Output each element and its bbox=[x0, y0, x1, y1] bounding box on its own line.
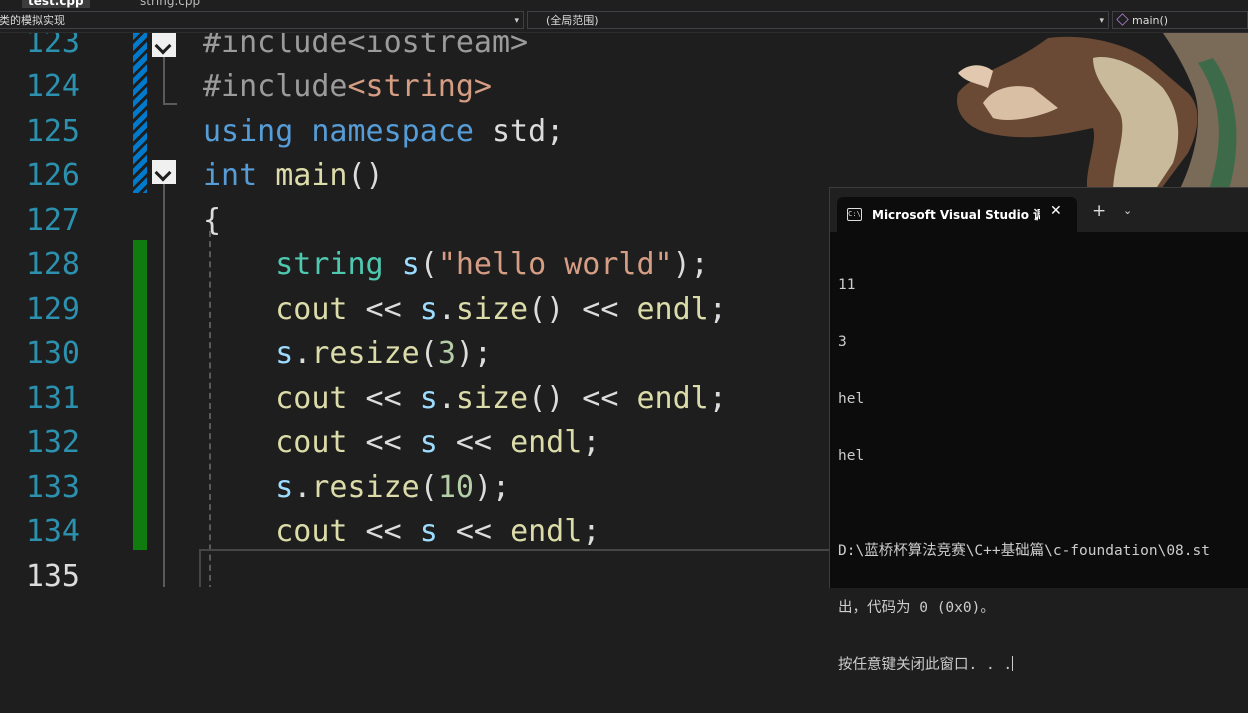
scope-dropdown-label: (全局范围) bbox=[546, 14, 599, 27]
code-text: { bbox=[203, 203, 222, 238]
new-tab-button[interactable]: + bbox=[1092, 201, 1106, 221]
console-output[interactable]: 11 3 hel hel D:\蓝桥杯算法竞赛\C++基础篇\c-foundat… bbox=[838, 238, 1248, 713]
line-number: 129 bbox=[25, 292, 80, 327]
code-text: string s("hello world"); bbox=[275, 247, 709, 282]
line-number: 133 bbox=[25, 470, 80, 505]
code-text: #include<string> bbox=[203, 69, 492, 104]
code-text: cout << s << endl; bbox=[275, 425, 601, 460]
debug-console-window[interactable]: C:\ Microsoft Visual Studio 调试控制台 ✕ + ⌄ … bbox=[829, 187, 1248, 673]
console-line: hel bbox=[838, 391, 865, 407]
line-number: 130 bbox=[25, 336, 80, 371]
code-text: cout << s << endl; bbox=[275, 514, 601, 549]
method-cube-icon bbox=[1116, 13, 1129, 26]
console-prompt-text: 按任意键关闭此窗口. . . bbox=[838, 657, 1013, 673]
console-tab[interactable]: C:\ Microsoft Visual Studio 调试控制台 ✕ bbox=[837, 197, 1077, 232]
console-line: 3 bbox=[838, 334, 847, 350]
member-dropdown-label: main() bbox=[1132, 14, 1169, 27]
code-text: #include<iostream> bbox=[203, 33, 529, 60]
code-text: cout << s.size() << endl; bbox=[275, 292, 727, 327]
scope-dropdown[interactable]: (全局范围) ▾ bbox=[527, 11, 1109, 29]
line-number: 124 bbox=[25, 69, 80, 104]
line-number: 128 bbox=[25, 247, 80, 282]
code-text: int main() bbox=[203, 158, 384, 193]
terminal-icon: C:\ bbox=[847, 208, 862, 221]
console-line: 11 bbox=[838, 277, 856, 293]
console-line: hel bbox=[838, 448, 865, 464]
code-text: s.resize(10); bbox=[275, 470, 511, 505]
project-dropdown-label: 类的模拟实现 bbox=[0, 14, 65, 27]
line-number: 123 bbox=[25, 33, 80, 60]
console-title: Microsoft Visual Studio 调试控制台 bbox=[872, 208, 1040, 222]
chevron-down-icon[interactable]: ⌄ bbox=[1123, 204, 1132, 217]
line-number: 132 bbox=[25, 425, 80, 460]
code-line: 123 #include<iostream> bbox=[0, 33, 1248, 66]
line-number: 131 bbox=[25, 381, 80, 416]
line-number-current: 135 bbox=[25, 559, 80, 587]
code-text: using namespace std; bbox=[203, 114, 565, 149]
line-number: 127 bbox=[25, 203, 80, 238]
console-titlebar: C:\ Microsoft Visual Studio 调试控制台 ✕ + ⌄ bbox=[830, 188, 1248, 232]
console-line-prompt: 按任意键关闭此窗口. . . bbox=[838, 656, 1248, 675]
line-number: 134 bbox=[25, 514, 80, 549]
document-tab-strip: test.cpp string.cpp bbox=[0, 0, 1248, 9]
line-number: 126 bbox=[25, 158, 80, 193]
console-line: D:\蓝桥杯算法竞赛\C++基础篇\c-foundation\08.st bbox=[838, 543, 1210, 559]
chevron-down-icon: ▾ bbox=[1099, 16, 1104, 26]
project-dropdown[interactable]: 类的模拟实现 ▾ bbox=[0, 11, 524, 29]
code-line: 124 #include<string> bbox=[0, 65, 1248, 110]
line-number: 125 bbox=[25, 114, 80, 149]
chevron-down-icon: ▾ bbox=[514, 16, 519, 26]
code-text: cout << s.size() << endl; bbox=[275, 381, 727, 416]
code-text: s.resize(3); bbox=[275, 336, 492, 371]
tab-string-cpp[interactable]: string.cpp bbox=[140, 0, 200, 8]
console-line: 出，代码为 0 (0x0)。 bbox=[838, 600, 995, 616]
navigation-bar: 类的模拟实现 ▾ (全局范围) ▾ main() bbox=[0, 9, 1248, 33]
tab-test-cpp[interactable]: test.cpp bbox=[22, 0, 90, 8]
text-cursor bbox=[1012, 656, 1014, 671]
member-dropdown[interactable]: main() bbox=[1112, 11, 1248, 29]
code-line: 125 using namespace std; bbox=[0, 110, 1248, 155]
close-icon[interactable]: ✕ bbox=[1050, 203, 1062, 219]
